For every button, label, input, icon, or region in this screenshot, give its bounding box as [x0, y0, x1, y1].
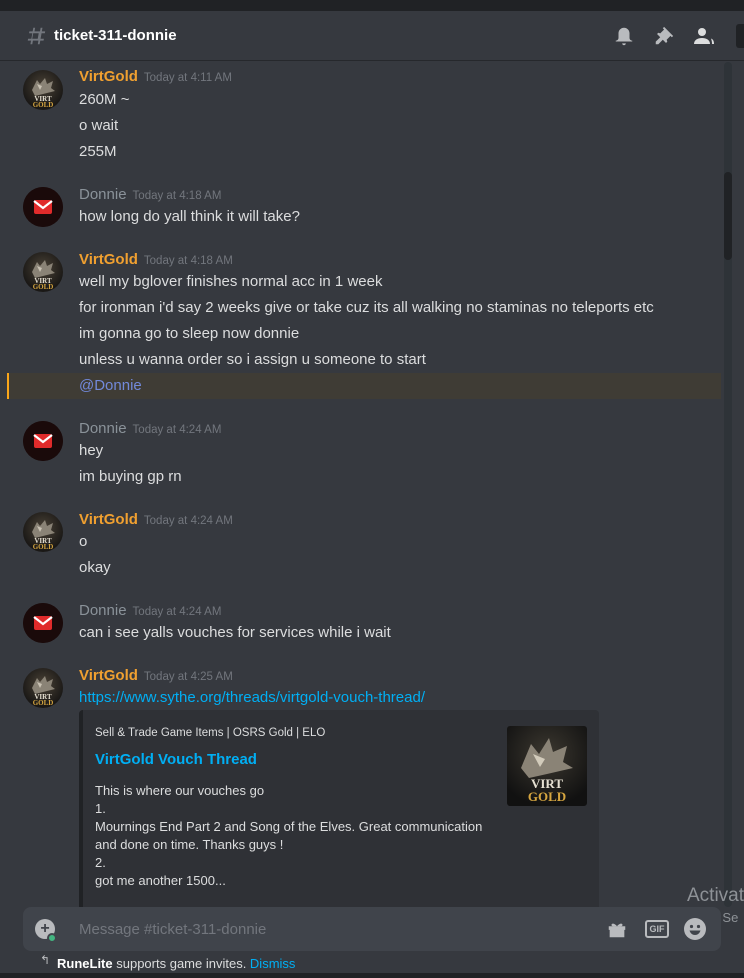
- message-author[interactable]: VirtGold Today at 4:11 AM: [79, 68, 232, 85]
- link-embed: Sell & Trade Game Items | OSRS Gold | EL…: [79, 710, 599, 907]
- message-author[interactable]: VirtGold Today at 4:18 AM: [79, 251, 233, 268]
- message-timestamp: Today at 4:18 AM: [132, 190, 222, 202]
- message-input[interactable]: [67, 907, 567, 951]
- avatar[interactable]: VIRT GOLD: [23, 70, 63, 110]
- mail-icon: [23, 421, 63, 461]
- author-name[interactable]: VirtGold: [79, 667, 138, 684]
- message-author[interactable]: VirtGold Today at 4:25 AM: [79, 667, 233, 684]
- user-mention[interactable]: @Donnie: [79, 377, 142, 394]
- message-timestamp: Today at 4:11 AM: [143, 72, 232, 84]
- scrollbar-thumb[interactable]: [724, 172, 732, 260]
- message-text: 255M: [79, 143, 117, 160]
- message-list: VIRT GOLD VirtGold Today at 4:11 AM 260M …: [0, 62, 744, 907]
- message-timestamp: Today at 4:24 AM: [143, 515, 233, 527]
- wolf-logo-icon: VIRT GOLD: [32, 260, 55, 291]
- invite-brand: RuneLite: [57, 956, 113, 971]
- embed-provider: Sell & Trade Game Items | OSRS Gold | EL…: [95, 727, 326, 739]
- author-name[interactable]: VirtGold: [79, 68, 138, 85]
- message-author[interactable]: VirtGold Today at 4:24 AM: [79, 511, 233, 528]
- avatar[interactable]: VIRT GOLD: [23, 668, 63, 708]
- message-text: 260M ~: [79, 91, 130, 108]
- message-text: im gonna go to sleep now donnie: [79, 325, 300, 342]
- message-text: unless u wanna order so i assign u someo…: [79, 351, 426, 368]
- bell-icon[interactable]: [612, 24, 636, 48]
- return-arrow-icon: ↰: [40, 953, 51, 967]
- message-text: o: [79, 533, 88, 550]
- author-name[interactable]: Donnie: [79, 186, 127, 203]
- message-text: for ironman i'd say 2 weeks give or take…: [79, 299, 654, 316]
- message-link[interactable]: https://www.sythe.org/threads/virtgold-v…: [79, 689, 425, 706]
- invite-notice: RuneLite supports game invites. Dismiss: [57, 956, 295, 971]
- wolf-logo-icon: VIRT GOLD: [32, 676, 55, 707]
- message-author[interactable]: Donnie Today at 4:18 AM: [79, 186, 221, 203]
- dismiss-link[interactable]: Dismiss: [250, 956, 296, 971]
- message-text: okay: [79, 559, 111, 576]
- embed-title[interactable]: VirtGold Vouch Thread: [95, 751, 257, 768]
- wolf-logo-icon: VIRT GOLD: [32, 78, 55, 109]
- embed-description: This is where our vouches go 1. Mourning…: [95, 783, 483, 888]
- watermark-line1: Activat: [687, 885, 744, 906]
- message-composer: + GIF: [23, 907, 721, 951]
- window-bottom-strip: [0, 973, 744, 978]
- message-text: can i see yalls vouches for services whi…: [79, 624, 391, 641]
- author-name[interactable]: Donnie: [79, 602, 127, 619]
- channel-name: ticket-311-donnie: [54, 27, 177, 44]
- channel-header: ticket-311-donnie: [0, 11, 744, 61]
- scrollbar-track[interactable]: [724, 62, 732, 907]
- header-toolbar: [612, 11, 744, 61]
- message-timestamp: Today at 4:24 AM: [132, 424, 222, 436]
- gift-icon[interactable]: [605, 917, 629, 941]
- invite-text: supports game invites.: [112, 956, 250, 971]
- wolf-logo-icon: VIRT GOLD: [32, 520, 55, 551]
- avatar[interactable]: [23, 187, 63, 227]
- message-timestamp: Today at 4:25 AM: [143, 671, 233, 683]
- mail-icon: [23, 187, 63, 227]
- embed-thumbnail[interactable]: VIRT GOLD: [507, 726, 587, 806]
- message-timestamp: Today at 4:24 AM: [132, 606, 222, 618]
- avatar[interactable]: VIRT GOLD: [23, 512, 63, 552]
- avatar[interactable]: VIRT GOLD: [23, 252, 63, 292]
- avatar[interactable]: [23, 421, 63, 461]
- message-text: im buying gp rn: [79, 468, 182, 485]
- svg-text:GOLD: GOLD: [33, 699, 54, 707]
- header-edge: [736, 24, 744, 48]
- hashtag-icon: [24, 24, 48, 48]
- mail-icon: [23, 603, 63, 643]
- thumb-line-gold: GOLD: [527, 789, 567, 804]
- svg-text:GOLD: GOLD: [33, 543, 54, 551]
- avatar[interactable]: [23, 603, 63, 643]
- message-timestamp: Today at 4:18 AM: [143, 255, 233, 267]
- author-name[interactable]: Donnie: [79, 420, 127, 437]
- svg-text:GOLD: GOLD: [33, 101, 54, 109]
- message-text: how long do yall think it will take?: [79, 208, 300, 225]
- svg-text:GOLD: GOLD: [33, 283, 54, 291]
- message-author[interactable]: Donnie Today at 4:24 AM: [79, 602, 221, 619]
- author-name[interactable]: VirtGold: [79, 511, 138, 528]
- pin-icon[interactable]: [652, 24, 676, 48]
- message-author[interactable]: Donnie Today at 4:24 AM: [79, 420, 221, 437]
- window-top-strip: [0, 0, 744, 11]
- message-text: well my bglover finishes normal acc in 1…: [79, 273, 383, 290]
- upload-badge: [47, 933, 57, 943]
- message-text: hey: [79, 442, 104, 459]
- gif-icon[interactable]: GIF: [645, 920, 669, 938]
- members-icon[interactable]: [692, 24, 716, 48]
- message-text: o wait: [79, 117, 119, 134]
- emoji-icon[interactable]: [683, 917, 707, 941]
- author-name[interactable]: VirtGold: [79, 251, 138, 268]
